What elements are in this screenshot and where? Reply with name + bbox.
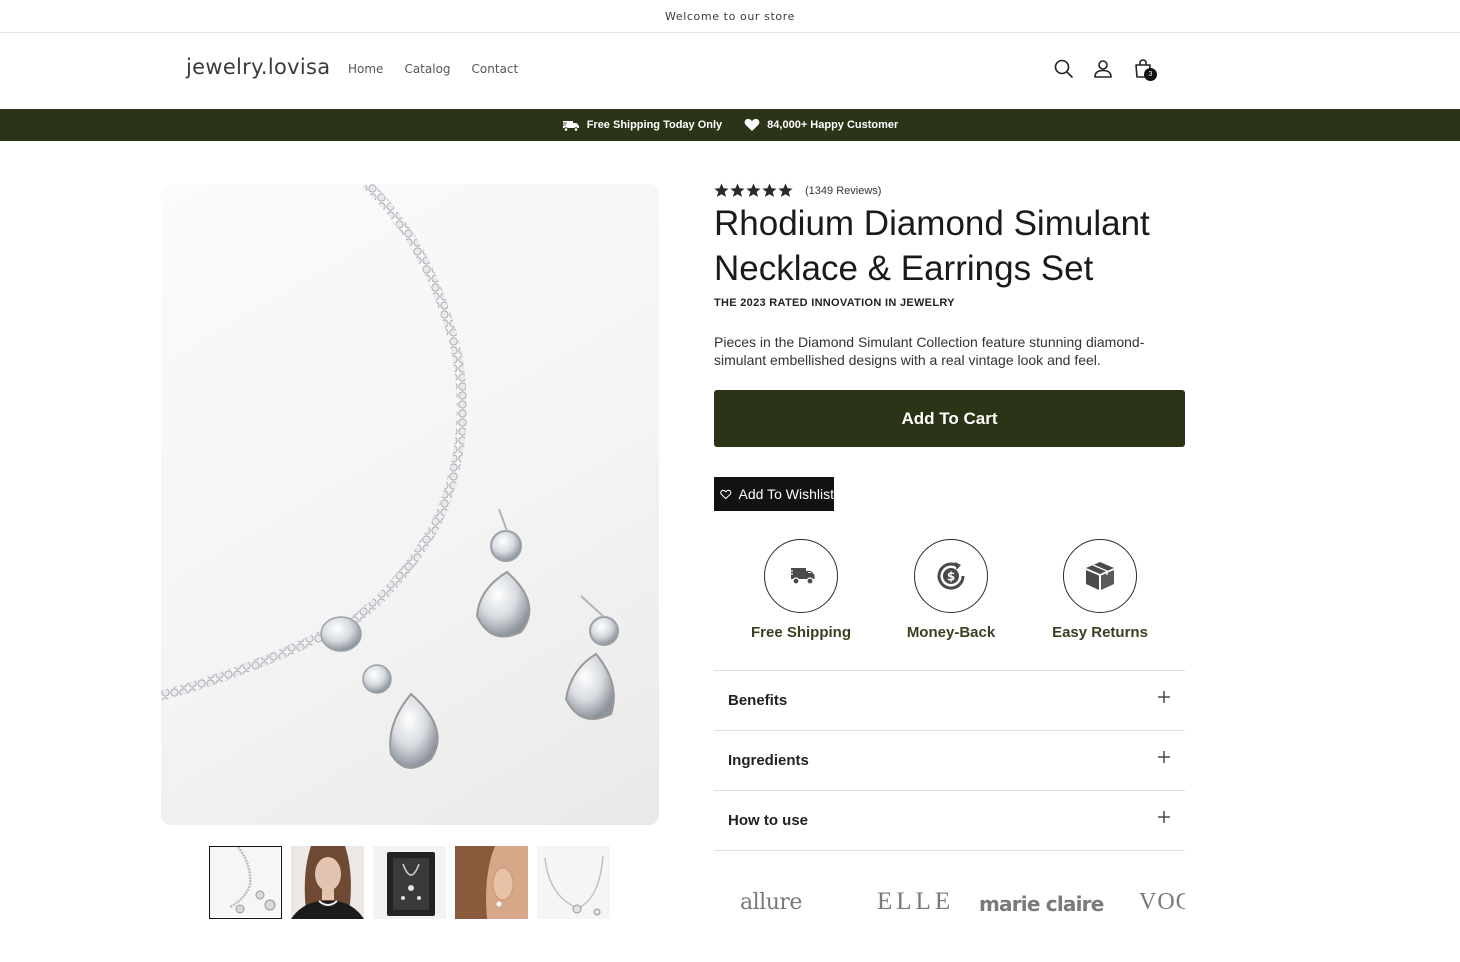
cart-count-badge: 3 [1144,68,1157,81]
thumbnail-4[interactable] [455,846,528,919]
product-subheading: THE 2023 RATED INNOVATION IN JEWELRY [714,297,955,309]
site-header: jewelry.lovisa Home Catalog Contact [0,33,1460,109]
brand-logo-marie-claire: marie claire [979,892,1104,916]
accordion-label: Benefits [728,692,788,709]
rating: (1349 Reviews) [714,183,881,198]
feature-label: Easy Returns [1052,624,1148,641]
accordion-label: Ingredients [728,752,809,769]
promo-shipping-text: Free Shipping Today Only [586,119,723,131]
necklace-earrings-photo [161,184,619,769]
search-icon[interactable] [1053,58,1075,80]
promo-customers-text: 84,000+ Happy Customer [767,119,899,131]
thumbnail-1[interactable] [209,846,282,919]
thumbnail-image [373,846,446,919]
promo-shipping: Free Shipping Today Only [561,119,723,132]
nav-catalog[interactable]: Catalog [404,62,450,76]
thumbnail-5[interactable] [537,846,610,919]
feature-easy-returns: Easy Returns [1030,539,1170,641]
plus-icon [1158,751,1170,763]
thumbnail-image [455,846,528,919]
add-to-wishlist-button[interactable]: Add To Wishlist [714,477,834,511]
feature-free-shipping: Free Shipping [731,539,871,641]
accordion-label: How to use [728,812,809,829]
box-icon [1063,539,1137,613]
thumbnail-strip [209,846,610,919]
announcement-text: Welcome to our store [665,9,795,23]
plus-icon [1158,811,1170,823]
accordion-how-to-use[interactable]: How to use [714,790,1185,850]
wishlist-label: Add To Wishlist [738,486,834,502]
feature-money-back: $ Money-Back [881,539,1021,641]
truck-icon [764,539,838,613]
brand-logo-vogue: VOGUE [1139,889,1185,915]
brand-logo-allure: allure [740,890,802,915]
feature-label: Money-Back [906,624,996,641]
thumbnail-image [537,846,610,919]
add-to-cart-label: Add To Cart [901,408,998,428]
add-to-cart-button[interactable]: Add To Cart [714,390,1185,447]
thumbnail-image [291,846,364,919]
product-main-image[interactable] [161,184,659,825]
plus-icon [1158,691,1170,703]
accordion-divider [714,850,1185,851]
account-icon[interactable] [1092,58,1114,80]
heart-outline-icon [720,489,732,499]
thumbnail-2[interactable] [291,846,364,919]
truck-icon [561,120,579,132]
product-title: Rhodium Diamond Simulant Necklace & Earr… [714,204,1150,288]
svg-text:$: $ [947,570,955,584]
product-description: Pieces in the Diamond Simulant Collectio… [714,334,1145,368]
nav-contact[interactable]: Contact [472,62,519,76]
feature-label: Free Shipping [750,624,851,641]
promo-bar: Free Shipping Today Only 84,000+ Happy C… [0,109,1460,141]
accordion-ingredients[interactable]: Ingredients [714,730,1185,790]
store-logo[interactable]: jewelry.lovisa [186,55,330,79]
heart-icon [744,118,760,131]
thumbnail-image [210,847,280,917]
promo-customers: 84,000+ Happy Customer [744,118,898,132]
nav-home[interactable]: Home [348,62,383,76]
announcement-bar: Welcome to our store [0,0,1460,33]
money-back-icon: $ [914,539,988,613]
thumbnail-3[interactable] [373,846,446,919]
five-star-icon [714,183,793,197]
main-nav: Home Catalog Contact [348,62,518,76]
review-count[interactable]: (1349 Reviews) [805,185,881,197]
brand-logo-elle: ELLE [877,888,955,915]
press-logos: allure ELLE marie claire VOGUE [714,884,1185,924]
accordion-benefits[interactable]: Benefits [714,670,1185,730]
